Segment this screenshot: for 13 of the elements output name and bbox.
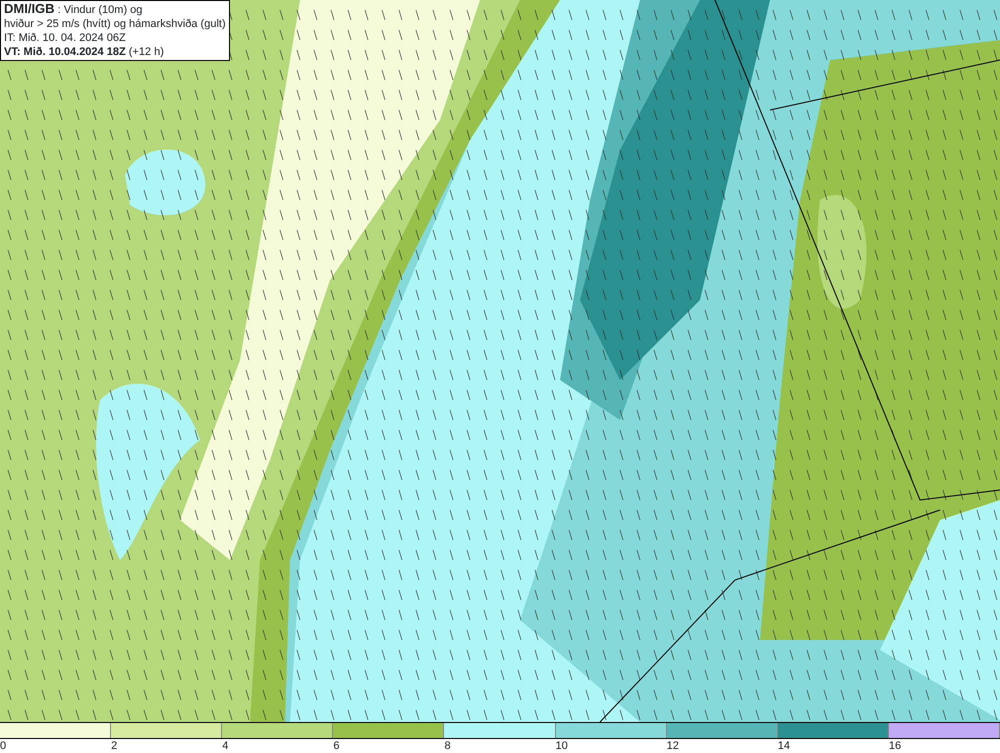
legend-label: 14	[778, 739, 790, 753]
legend-label: 6	[333, 739, 340, 753]
header-text: DMI/IGB : Vindur (10m) og	[4, 2, 144, 17]
legend-label: 16	[888, 739, 902, 753]
legend-label: 10	[556, 739, 568, 753]
legend-label: 8	[444, 739, 451, 753]
legend-label: 12	[666, 739, 679, 753]
legend-label: 4	[222, 739, 228, 753]
legend-label: 2	[111, 739, 118, 753]
header-text: IT: Mið. 10. 04. 2024 06Z	[4, 31, 127, 45]
header-text: VT: Mið. 10.04.2024 18Z (+12 h)	[4, 45, 165, 59]
legend-label: 0	[0, 739, 6, 753]
header-text: hviður > 25 m/s (hvítt) og hámarkshviða (gult)	[4, 17, 226, 31]
